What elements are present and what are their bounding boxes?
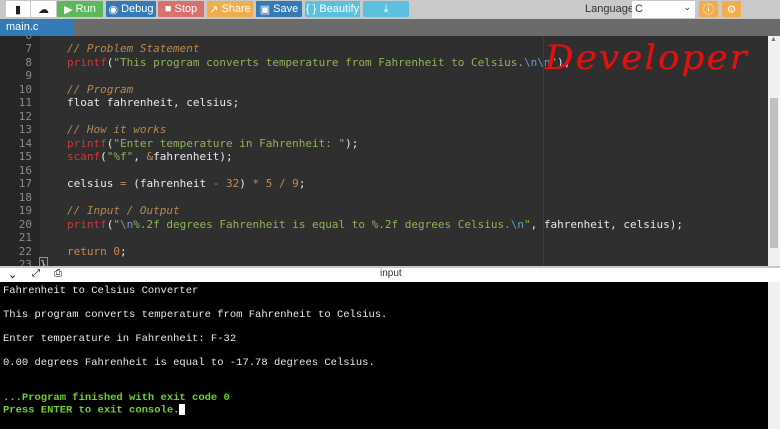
stop-button[interactable]: ■ Stop bbox=[158, 1, 204, 17]
exit-code-line: ...Program finished with exit code 0 bbox=[3, 392, 230, 404]
info-button[interactable]: ⓘ bbox=[699, 1, 718, 17]
code-line-22: return 0; bbox=[67, 244, 127, 258]
run-button[interactable]: ▶ Run bbox=[57, 1, 103, 17]
file-icon: ▮ bbox=[14, 3, 22, 16]
copy-icon[interactable]: ⎙ bbox=[54, 268, 62, 279]
chevron-down-icon: ⌄ bbox=[683, 2, 691, 12]
line-number: 18 bbox=[18, 190, 32, 204]
toolbar: ▮ ☁ ▶ Run ◉ Debug ■ Stop ↗ Share ▣ Save { } B… bbox=[0, 0, 780, 19]
save-label: Save bbox=[273, 3, 299, 15]
line-number: 20 bbox=[18, 217, 32, 231]
code-line-15: scanf("%f", &fahrenheit); bbox=[67, 150, 233, 163]
editor-scrollbar[interactable]: ▲ bbox=[768, 36, 780, 266]
line-number: 21 bbox=[18, 231, 32, 244]
share-icon: ↗ bbox=[209, 3, 219, 16]
tab-label: main.c bbox=[6, 21, 39, 33]
line-number: 12 bbox=[18, 109, 32, 123]
cloud-upload-icon: ☁ bbox=[38, 3, 49, 16]
print-margin bbox=[543, 36, 544, 266]
code-line-10: // Program bbox=[67, 82, 134, 96]
settings-button[interactable]: ⚙ bbox=[722, 1, 741, 17]
console-line: This program converts temperature from F… bbox=[3, 309, 388, 321]
line-number: 15 bbox=[18, 150, 32, 163]
debug-icon: ◉ bbox=[108, 3, 119, 16]
play-icon: ▶ bbox=[64, 3, 73, 16]
debug-button[interactable]: ◉ Debug bbox=[106, 1, 156, 17]
console-line: Enter temperature in Fahrenheit: F-32 bbox=[3, 333, 237, 345]
download-button[interactable]: ⤓ bbox=[363, 1, 409, 17]
scroll-up-icon[interactable]: ▲ bbox=[770, 36, 777, 43]
line-number: 19 bbox=[18, 204, 32, 217]
code-line-20: printf("\n%.2f degrees Fahrenheit is equ… bbox=[67, 217, 683, 231]
new-file-button[interactable]: ▮ bbox=[6, 1, 30, 17]
download-icon: ⤓ bbox=[383, 2, 389, 15]
line-number: 6 bbox=[0, 36, 32, 42]
floppy-icon: ▣ bbox=[259, 3, 271, 16]
share-button[interactable]: ↗ Share bbox=[207, 1, 253, 17]
beautify-label: { } Beautify bbox=[305, 3, 360, 15]
scrollbar-thumb[interactable] bbox=[770, 98, 778, 248]
console-line: Fahrenheit to Celsius Converter bbox=[3, 285, 199, 297]
developer-handwriting: Developer bbox=[545, 38, 749, 78]
tab-main-c[interactable]: main.c bbox=[0, 19, 73, 36]
code-line-13: // How it works bbox=[67, 123, 167, 136]
line-number: 8 bbox=[25, 55, 32, 69]
line-number: 22 bbox=[18, 244, 32, 258]
code-line-7: // Problem Statement bbox=[67, 42, 200, 55]
expand-icon[interactable]: ⤢ bbox=[32, 268, 40, 279]
language-label: Language bbox=[585, 3, 634, 15]
gear-icon: ⚙ bbox=[726, 3, 737, 16]
cursor bbox=[179, 404, 186, 415]
info-icon: ⓘ bbox=[703, 4, 714, 16]
language-select[interactable]: C ⌄ bbox=[632, 1, 695, 18]
line-number: 7 bbox=[25, 42, 32, 55]
code-line-19: // Input / Output bbox=[67, 204, 180, 217]
line-number: 16 bbox=[18, 163, 32, 177]
code-line-23: } bbox=[39, 257, 48, 266]
line-gutter: 67891011121314151617181920212223 bbox=[0, 36, 40, 266]
stop-icon: ■ bbox=[164, 3, 172, 15]
upload-button[interactable]: ☁ bbox=[31, 1, 56, 17]
line-number: 17 bbox=[18, 177, 32, 190]
debug-label: Debug bbox=[121, 3, 154, 15]
code-editor[interactable]: 67891011121314151617181920212223 // Prob… bbox=[0, 36, 780, 266]
press-enter-text: Press ENTER to exit console. bbox=[3, 404, 180, 417]
line-number: 10 bbox=[18, 82, 32, 96]
share-label: Share bbox=[221, 3, 251, 15]
code-line-8: printf("This program converts temperatur… bbox=[67, 55, 571, 69]
language-value: C bbox=[635, 3, 643, 15]
code-line-14: printf("Enter temperature in Fahrenheit:… bbox=[67, 136, 359, 150]
line-number: 14 bbox=[18, 136, 32, 150]
code-line-17: celsius = (fahrenheit - 32) * 5 / 9; bbox=[67, 177, 306, 190]
line-number: 13 bbox=[18, 123, 32, 136]
run-label: Run bbox=[75, 3, 96, 15]
output-title: input bbox=[380, 268, 402, 279]
beautify-button[interactable]: { } Beautify bbox=[305, 1, 360, 17]
line-number: 23 bbox=[18, 258, 32, 266]
tab-bar: main.c bbox=[0, 19, 780, 36]
line-number: 9 bbox=[25, 69, 32, 82]
press-enter-line: Press ENTER to exit console. bbox=[3, 404, 186, 417]
save-button[interactable]: ▣ Save bbox=[256, 1, 302, 17]
console-line: 0.00 degrees Fahrenheit is equal to -17.… bbox=[3, 357, 375, 369]
code-line-11: float fahrenheit, celsius; bbox=[67, 96, 240, 109]
console-output[interactable]: Fahrenheit to Celsius Converter This pro… bbox=[0, 282, 768, 429]
line-number: 11 bbox=[18, 96, 32, 109]
stop-label: Stop bbox=[174, 3, 198, 15]
collapse-icon[interactable]: ⌄ bbox=[8, 268, 17, 281]
output-header: ⌄ ⤢ ⎙ input bbox=[0, 266, 780, 282]
console-scrollbar[interactable] bbox=[768, 282, 780, 429]
